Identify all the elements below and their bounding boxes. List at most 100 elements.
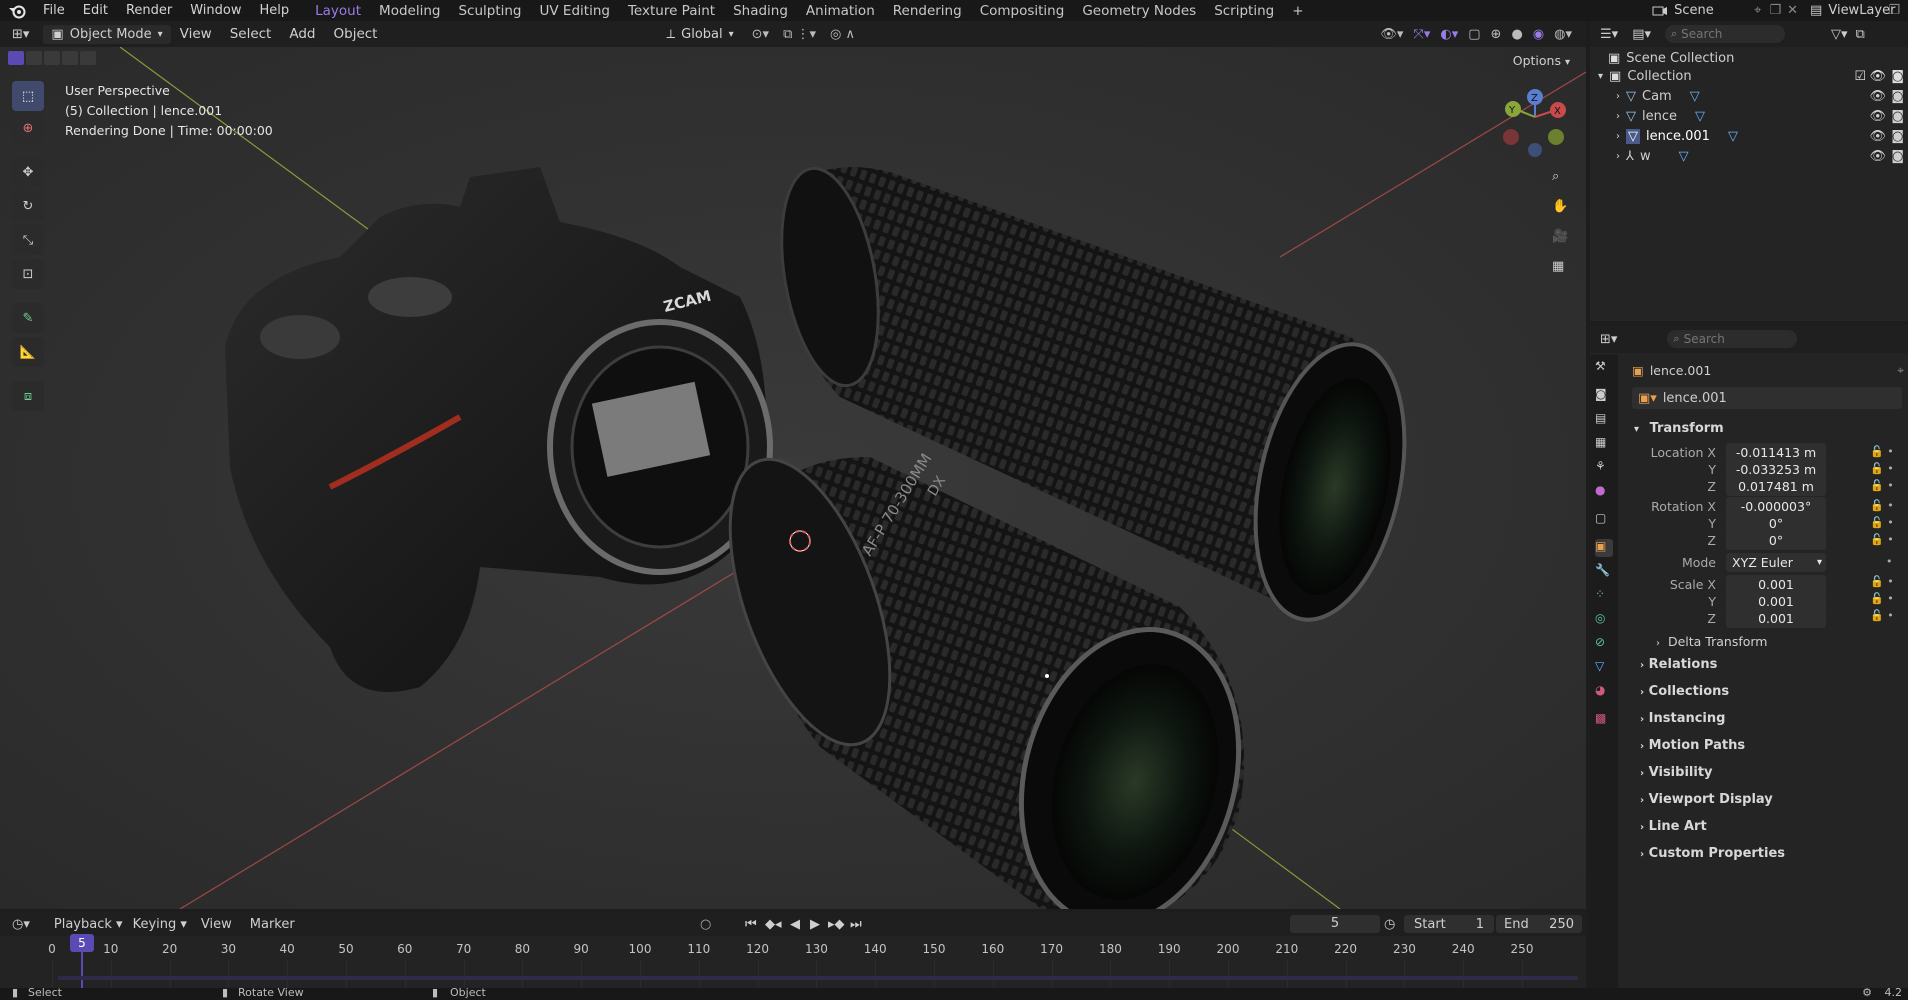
tab-geometry-nodes[interactable]: Geometry Nodes	[1073, 3, 1205, 19]
delta-transform-row[interactable]: › Delta Transform	[1656, 634, 1767, 649]
camera-icon[interactable]: ◙	[1891, 149, 1904, 164]
solid-shading-icon[interactable]: ●	[1511, 27, 1522, 42]
rotate-tool[interactable]: ↻	[12, 191, 44, 221]
scene-icon[interactable]	[1652, 4, 1668, 18]
tab-animation[interactable]: Animation	[797, 3, 884, 19]
chevron-right-icon[interactable]: ›	[1616, 151, 1620, 162]
scale-z-field[interactable]: 0.001	[1726, 609, 1826, 628]
tab-uv-editing[interactable]: UV Editing	[531, 3, 619, 19]
chevron-right-icon[interactable]: ›	[1616, 111, 1620, 122]
menu-render[interactable]: Render	[117, 3, 181, 18]
outliner-item-lence-001[interactable]: › ▽ lence.001 ▽ 👁 ◙	[1616, 129, 1904, 144]
texture-tab-icon[interactable]: ▩	[1595, 711, 1613, 729]
menu-view[interactable]: View	[171, 26, 221, 42]
relations-section[interactable]: › Relations	[1640, 657, 1717, 672]
constraints-tab-icon[interactable]: ⊘	[1595, 635, 1613, 653]
options-button[interactable]: Options ▾	[1504, 51, 1578, 70]
lock-icon[interactable]: 🔓 •	[1870, 573, 1894, 590]
timeline-track[interactable]: 0 10 20 30 40 50 60 70 80 90 100 110 120 130 140 150 160…	[0, 934, 1586, 990]
wireframe-shading-icon[interactable]: ⊕	[1491, 27, 1502, 42]
eye-icon[interactable]: 👁	[1869, 129, 1886, 144]
new-collection-icon[interactable]: ⧉	[1856, 27, 1865, 42]
select-subtract-icon[interactable]	[44, 51, 60, 65]
eye-icon[interactable]: 👁	[1869, 109, 1886, 124]
pivot-icon[interactable]: ⊙▾	[752, 27, 769, 42]
tab-texture-paint[interactable]: Texture Paint	[619, 3, 724, 19]
camera-icon[interactable]: ◙	[1891, 89, 1904, 104]
add-workspace-button[interactable]: +	[1283, 3, 1312, 19]
pin-icon[interactable]: ⌖	[1754, 3, 1761, 18]
transform-tool[interactable]: ⊡	[12, 259, 44, 289]
tool-tab-icon[interactable]: ⚒	[1595, 359, 1613, 377]
filter-icon[interactable]: ▽▾	[1831, 27, 1848, 42]
tab-modeling[interactable]: Modeling	[370, 3, 449, 19]
visibility-section[interactable]: › Visibility	[1640, 765, 1713, 780]
blender-logo-icon[interactable]	[8, 3, 26, 19]
menu-select[interactable]: Select	[221, 26, 281, 42]
outliner-search[interactable]: ⌕	[1665, 25, 1785, 43]
navigation-gizmo[interactable]: Z X Y	[1503, 89, 1566, 157]
rotation-z-field[interactable]: 0°	[1726, 531, 1826, 550]
data-tab-icon[interactable]: ▽	[1595, 659, 1613, 677]
scale-tool[interactable]: ⤡	[12, 225, 44, 255]
menu-object[interactable]: Object	[325, 26, 387, 42]
editor-type-icon[interactable]: ⊞▾	[12, 27, 29, 42]
editor-type-icon[interactable]: ☰▾	[1600, 27, 1618, 42]
menu-file[interactable]: File	[34, 3, 74, 18]
motion-paths-section[interactable]: › Motion Paths	[1640, 738, 1745, 753]
pin-icon[interactable]: ⌖	[1897, 363, 1904, 378]
visibility-icon[interactable]: 👁▾	[1380, 27, 1403, 42]
cursor-tool[interactable]: ⊕	[12, 113, 44, 143]
object-name-field[interactable]: ▣▾ lence.001	[1632, 387, 1902, 409]
menu-help[interactable]: Help	[251, 3, 299, 18]
xray-icon[interactable]: ▢	[1468, 27, 1480, 42]
eye-icon[interactable]: 👁	[1869, 69, 1886, 84]
view-layer-icon[interactable]: ▤	[1810, 3, 1822, 18]
collections-section[interactable]: › Collections	[1640, 684, 1729, 699]
copy-scene-icon[interactable]: ❐	[1769, 3, 1781, 18]
camera-icon[interactable]: ◙	[1891, 129, 1904, 144]
select-extend-icon[interactable]	[26, 51, 42, 65]
lock-icon[interactable]: 🔓 •	[1870, 607, 1894, 624]
measure-tool[interactable]: 📐	[12, 337, 44, 367]
snap-icon[interactable]: ⧉ ⋮▾	[783, 27, 816, 42]
chevron-right-icon[interactable]: ›	[1616, 131, 1620, 142]
outliner-item-lence[interactable]: › ▽ lence ▽ 👁 ◙	[1616, 109, 1904, 124]
material-shading-icon[interactable]: ◉	[1533, 27, 1544, 42]
tab-sculpting[interactable]: Sculpting	[449, 3, 530, 19]
outliner-search-input[interactable]	[1681, 27, 1772, 41]
display-mode-icon[interactable]: ▤▾	[1632, 27, 1651, 42]
3d-viewport[interactable]: ZCAM AF-P 70-300MM DX Z X Y ⬚ ⊕ ✥ ↻ ⤡ ⊡ …	[0, 47, 1586, 909]
outliner-item-cam[interactable]: › ▽ Cam ▽ 👁 ◙	[1616, 89, 1904, 104]
lock-icon[interactable]: 🔓 •	[1870, 460, 1894, 477]
line-art-section[interactable]: › Line Art	[1640, 819, 1707, 834]
eye-icon[interactable]: 👁	[1869, 89, 1886, 104]
move-tool[interactable]: ✥	[12, 157, 44, 187]
lock-icon[interactable]: 🔓 •	[1870, 514, 1894, 531]
scene-collection-row[interactable]: ▣ Scene Collection	[1608, 51, 1734, 66]
camera-icon[interactable]: ◙	[1891, 69, 1904, 84]
tab-layout[interactable]: Layout	[306, 3, 370, 19]
zoom-icon[interactable]: ⌕	[1552, 169, 1559, 184]
lock-icon[interactable]: 🔓 •	[1870, 590, 1894, 607]
render-tab-icon[interactable]: ◙	[1595, 387, 1613, 405]
tab-shading[interactable]: Shading	[724, 3, 797, 19]
keyframe-dot-icon[interactable]: •	[1870, 553, 1894, 570]
copy-view-layer-icon[interactable]: ❐	[1888, 3, 1900, 18]
gizmo-toggle-icon[interactable]: ⤧▾	[1413, 27, 1430, 42]
chevron-right-icon[interactable]: ›	[1616, 91, 1620, 102]
pan-hand-icon[interactable]: ✋	[1552, 199, 1568, 214]
menu-edit[interactable]: Edit	[74, 3, 117, 18]
menu-window[interactable]: Window	[181, 3, 250, 18]
select-intersect-icon[interactable]	[80, 51, 96, 65]
location-z-field[interactable]: 0.017481 m	[1726, 477, 1826, 496]
proportional-edit-icon[interactable]: ◎ ∧	[830, 27, 855, 42]
eye-icon[interactable]: 👁	[1869, 149, 1886, 164]
material-tab-icon[interactable]: ◕	[1595, 683, 1613, 701]
rotation-mode-select[interactable]: XYZ Euler ▾	[1726, 553, 1826, 572]
output-tab-icon[interactable]: ▤	[1595, 411, 1613, 429]
chevron-down-icon[interactable]: ▾	[1598, 71, 1603, 82]
rendered-shading-icon[interactable]: ◍▾	[1554, 27, 1572, 42]
mode-selector[interactable]: ▣ Object Mode ▾	[43, 24, 171, 44]
scene-name[interactable]: Scene	[1674, 3, 1754, 18]
